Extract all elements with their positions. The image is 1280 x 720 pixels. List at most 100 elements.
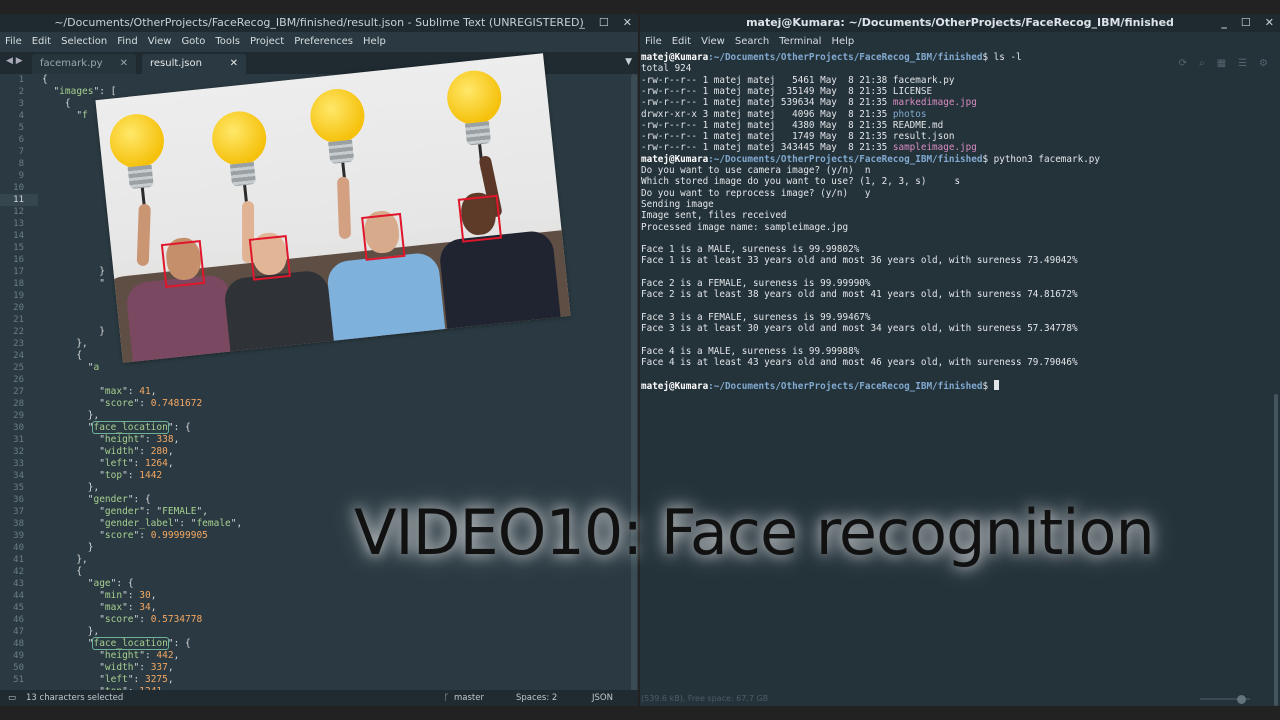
line-number: 35: [13, 483, 24, 493]
command: ls -l: [993, 52, 1022, 63]
close-icon[interactable]: ✕: [623, 14, 632, 32]
ls-perms: -rw-r--r-- 1 matej matej 1749 May 8 21:3…: [641, 131, 893, 143]
menu-item-file[interactable]: File: [645, 32, 662, 52]
menu-item-file[interactable]: File: [5, 32, 22, 52]
menu-item-find[interactable]: Find: [117, 32, 138, 52]
lightbulb-icon: [444, 67, 504, 128]
terminal-menubar: File Edit View Search Terminal Help: [640, 32, 1280, 52]
menu-item-preferences[interactable]: Preferences: [294, 32, 353, 52]
line-number: 6: [18, 135, 24, 145]
minimize-icon[interactable]: _: [1221, 14, 1227, 32]
menu-item-edit[interactable]: Edit: [32, 32, 51, 52]
list-icon[interactable]: ☰: [1238, 58, 1247, 69]
sublime-titlebar[interactable]: ~/Documents/OtherProjects/FaceRecog_IBM/…: [0, 14, 638, 32]
menu-item-help[interactable]: Help: [363, 32, 386, 52]
ls-entry: drwxr-xr-x 3 matej matej 4096 May 8 21:3…: [641, 109, 926, 120]
person-1-body: [124, 273, 238, 363]
code-line: {: [42, 566, 83, 577]
menu-item-tools[interactable]: Tools: [215, 32, 240, 52]
settings-icon[interactable]: ⚙: [1259, 58, 1268, 69]
menu-item-project[interactable]: Project: [250, 32, 284, 52]
code-line: "a: [42, 362, 100, 373]
line-number: 37: [13, 507, 24, 517]
menu-item-goto[interactable]: Goto: [181, 32, 205, 52]
terminal-toolbar: ⟳ ⌕ ▦ ☰ ⚙: [1179, 58, 1268, 69]
close-tab-icon[interactable]: ✕: [120, 54, 128, 74]
menu-item-search[interactable]: Search: [735, 32, 769, 52]
line-number: 28: [13, 399, 24, 409]
line-number: 4: [18, 111, 24, 121]
code-line: "left": 1264,: [42, 458, 174, 469]
tab-nav-arrows-icon[interactable]: ◀ ▶: [6, 56, 23, 66]
refresh-icon[interactable]: ⟳: [1179, 58, 1187, 69]
ls-entry: -rw-r--r-- 1 matej matej 343445 May 8 21…: [641, 142, 977, 153]
code-line: "face_location": {: [42, 637, 191, 650]
ls-filename: photos: [892, 108, 927, 120]
line-number: 18: [13, 279, 24, 289]
syntax-setting[interactable]: JSON: [592, 690, 613, 706]
prompt-user: matej@Kumara: [641, 380, 709, 392]
code-line: "width": 280,: [42, 446, 174, 457]
grid-icon[interactable]: ▦: [1217, 58, 1226, 69]
arm: [136, 203, 151, 267]
prompt-line: matej@Kumara:~/Documents/OtherProjects/F…: [641, 153, 1100, 165]
line-number: 45: [13, 603, 24, 613]
line-number: 13: [13, 219, 24, 229]
ls-perms: -rw-r--r-- 1 matej matej 5461 May 8 21:3…: [641, 74, 893, 86]
zoom-slider-knob[interactable]: [1237, 695, 1246, 704]
tab-dropdown-icon[interactable]: ▼: [625, 57, 632, 67]
close-icon[interactable]: ✕: [1265, 14, 1274, 32]
line-number: 10: [13, 183, 24, 193]
tab-facemark[interactable]: facemark.py ✕: [32, 54, 136, 74]
prompt-line: matej@Kumara:~/Documents/OtherProjects/F…: [641, 52, 1022, 63]
prompt-path: :~/Documents/OtherProjects/FaceRecog_IBM…: [708, 52, 983, 63]
line-number: 31: [13, 435, 24, 445]
panel-toggle-icon[interactable]: ▭: [8, 690, 16, 706]
bulb-base: [127, 164, 154, 190]
code-line: },: [42, 554, 88, 565]
bulb-base: [328, 139, 355, 165]
code-line: "top": 1442: [42, 470, 163, 481]
close-tab-icon[interactable]: ✕: [230, 54, 238, 74]
editor-scrollbar[interactable]: [631, 74, 637, 704]
face-recognition-photo: [95, 53, 571, 363]
tab-label: facemark.py: [40, 58, 103, 69]
ls-perms: drwxr-xr-x 3 matej matej 4096 May 8 21:3…: [641, 108, 893, 120]
ls-entry: -rw-r--r-- 1 matej matej 35149 May 8 21:…: [641, 86, 932, 97]
ls-filename: README.md: [892, 119, 944, 131]
ls-perms: -rw-r--r-- 1 matej matej 343445 May 8 21…: [641, 142, 893, 154]
menu-item-help[interactable]: Help: [831, 32, 854, 52]
menu-item-selection[interactable]: Selection: [61, 32, 107, 52]
minimize-icon[interactable]: _: [579, 14, 585, 32]
line-number: 26: [13, 375, 24, 385]
indentation-setting[interactable]: Spaces: 2: [516, 690, 557, 706]
line-number: 23: [13, 339, 24, 349]
ls-filename: result.json: [892, 131, 955, 143]
line-number: 16: [13, 255, 24, 265]
maximize-icon[interactable]: ☐: [599, 14, 609, 32]
terminal-scrollbar[interactable]: [1274, 394, 1278, 706]
menu-item-edit[interactable]: Edit: [672, 32, 691, 52]
code-line: "f: [42, 110, 88, 121]
menu-item-terminal[interactable]: Terminal: [779, 32, 821, 52]
output-line: Image sent, files received: [641, 210, 787, 222]
line-number: 9: [18, 171, 24, 181]
ls-total: total 924: [641, 63, 692, 75]
code-line: "score": 0.5734778: [42, 614, 203, 625]
terminal-window-buttons: _ ☐ ✕: [1221, 14, 1274, 32]
line-number: 36: [13, 495, 24, 505]
code-line: {: [42, 350, 83, 361]
line-number: 34: [13, 471, 24, 481]
line-number: 24: [13, 351, 24, 361]
menu-item-view[interactable]: View: [701, 32, 725, 52]
maximize-icon[interactable]: ☐: [1241, 14, 1251, 32]
search-icon[interactable]: ⌕: [1199, 58, 1205, 69]
prompt-line: matej@Kumara:~/Documents/OtherProjects/F…: [641, 379, 999, 392]
ls-entry: -rw-r--r-- 1 matej matej 539634 May 8 21…: [641, 97, 977, 108]
output-line: Face 2 is a FEMALE, sureness is 99.99990…: [641, 278, 871, 289]
tab-result-json[interactable]: result.json ✕: [142, 54, 246, 74]
terminal-titlebar[interactable]: matej@Kumara: ~/Documents/OtherProjects/…: [640, 14, 1280, 32]
code-line: "min": 30,: [42, 590, 157, 601]
menu-item-view[interactable]: View: [148, 32, 172, 52]
git-branch[interactable]: master: [454, 690, 484, 706]
